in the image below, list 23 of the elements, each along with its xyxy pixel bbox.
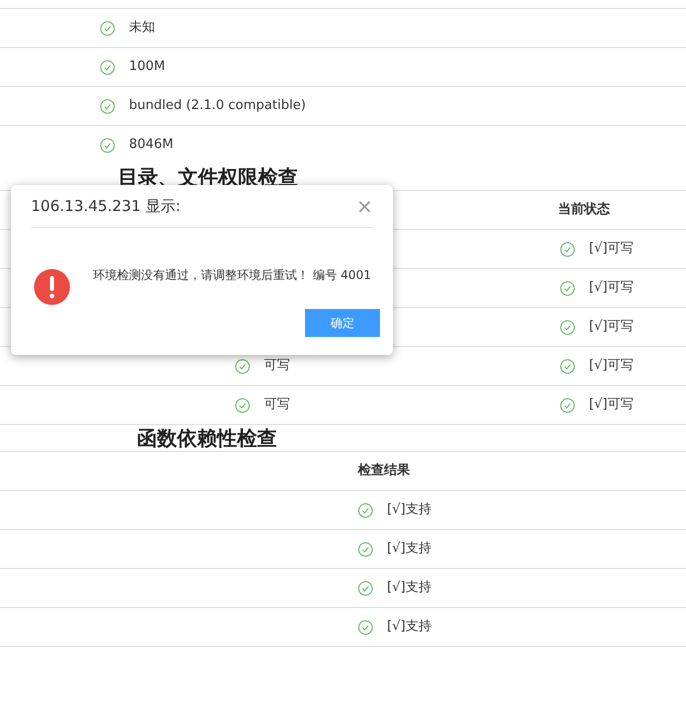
close-button[interactable]: ×	[356, 196, 373, 216]
status-text: 100M	[129, 58, 166, 76]
status-text: [√]可写	[589, 357, 634, 376]
column-header: 检查结果	[358, 462, 410, 480]
section-heading: 函数依赖性检查	[137, 425, 278, 451]
column-header: 当前状态	[558, 201, 610, 220]
status-text: bundled (2.1.0 compatible)	[129, 97, 306, 116]
status-text: [√]可写	[589, 318, 634, 336]
status-text: [√]支持	[387, 579, 432, 598]
dialog-message: 环境检测没有通过，请调整环境后重试！ 编号 4001	[93, 267, 372, 284]
ok-button[interactable]: 确定	[305, 309, 380, 337]
error-icon	[34, 269, 70, 305]
status-text: [√]支持	[387, 540, 432, 558]
status-text: 可写	[264, 357, 290, 376]
status-text: 可写	[264, 396, 290, 414]
status-text: [√]可写	[589, 396, 634, 414]
dialog-title: 106.13.45.231 显示:	[31, 196, 181, 217]
status-text: 未知	[129, 19, 155, 38]
status-text: [√]可写	[589, 279, 634, 298]
status-text: [√]支持	[387, 501, 432, 520]
status-text: 8046M	[129, 136, 174, 154]
status-text: [√]可写	[589, 240, 634, 258]
status-text: [√]支持	[387, 618, 432, 636]
